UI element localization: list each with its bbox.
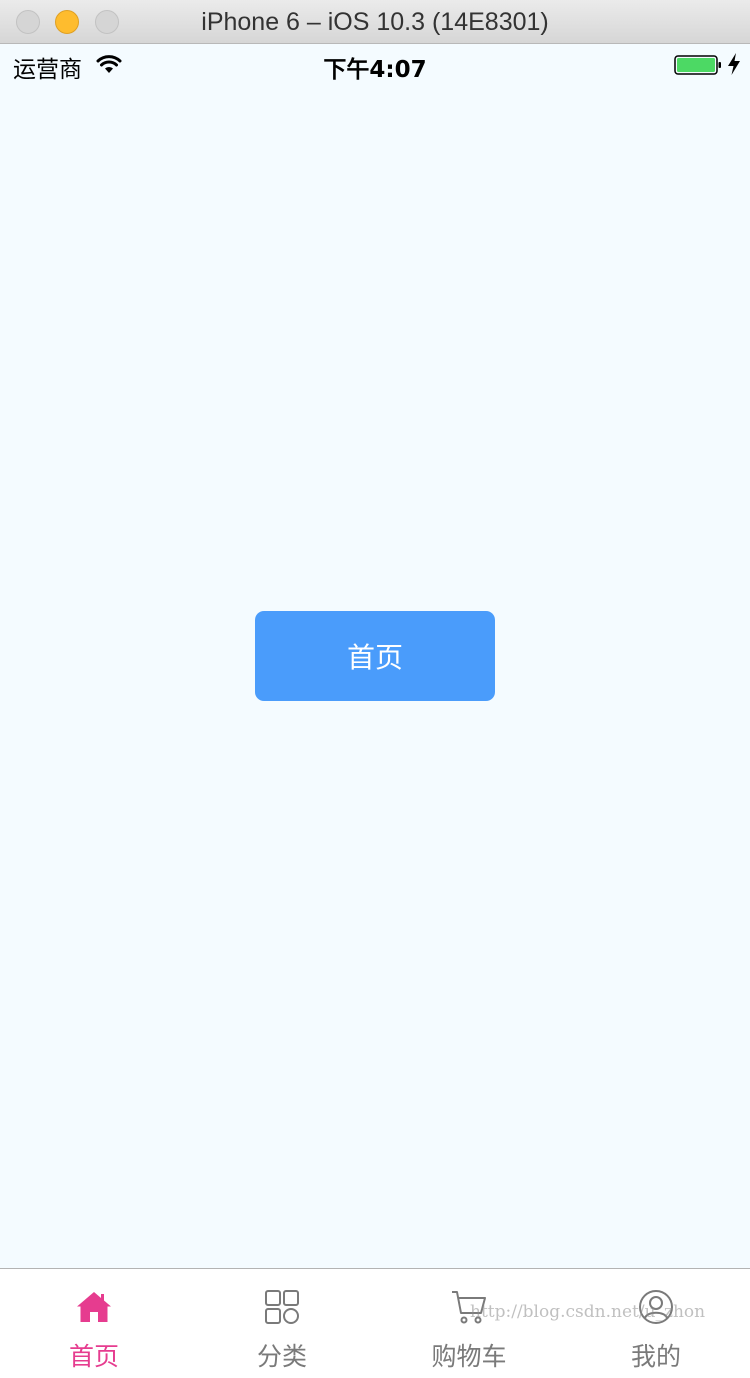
battery-icon bbox=[674, 55, 721, 75]
tab-home-label: 首页 bbox=[68, 1342, 119, 1371]
tab-profile[interactable]: 我的 bbox=[562, 1269, 750, 1378]
grid-icon bbox=[265, 1290, 299, 1324]
tab-profile-label: 我的 bbox=[630, 1342, 681, 1371]
tab-category-label: 分类 bbox=[256, 1342, 307, 1371]
home-icon bbox=[77, 1292, 111, 1322]
window-titlebar: iPhone 6 – iOS 10.3 (14E8301) bbox=[0, 0, 750, 44]
window-title: iPhone 6 – iOS 10.3 (14E8301) bbox=[201, 8, 549, 36]
status-time: 下午4:07 bbox=[323, 57, 427, 83]
charging-icon bbox=[728, 53, 740, 75]
watermark: http://blog.csdn.net/u_zhon bbox=[470, 1302, 706, 1322]
tab-bar: 首页 分类 购物车 我的 bbox=[0, 1268, 750, 1378]
tab-cart-label: 购物车 bbox=[431, 1342, 507, 1371]
status-bar: 运营商 下午4:07 bbox=[0, 44, 750, 84]
tab-cart[interactable]: 购物车 bbox=[375, 1269, 563, 1378]
phone-screen: 运营商 下午4:07 首页 首页 分类 购物车 我的 http://blog.c… bbox=[0, 44, 750, 1378]
tab-home[interactable]: 首页 bbox=[0, 1269, 188, 1378]
home-button[interactable]: 首页 bbox=[255, 611, 495, 701]
tab-category[interactable]: 分类 bbox=[188, 1269, 376, 1378]
